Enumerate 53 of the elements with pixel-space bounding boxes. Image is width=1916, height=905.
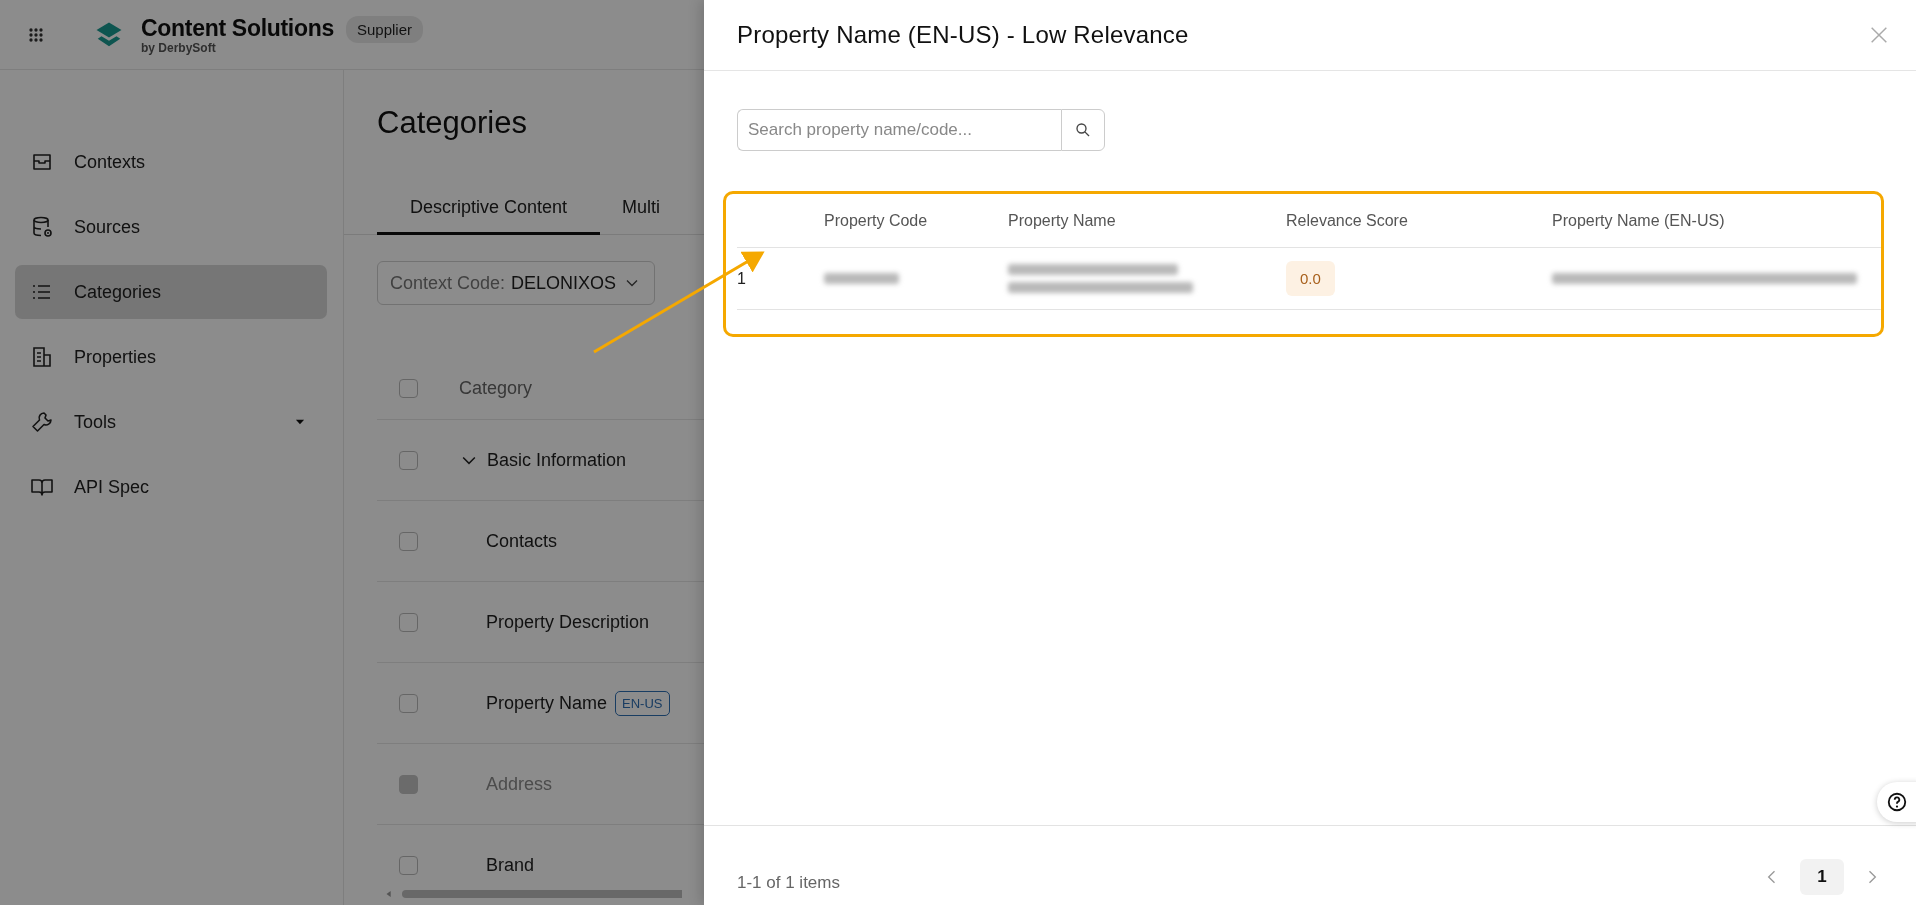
sidebar-item[interactable]: API Spec [15,460,327,514]
score-badge: 0.0 [1286,261,1335,296]
column-header: Property Name (EN-US) [1552,211,1726,230]
scrollbar-thumb[interactable] [402,890,682,898]
sidebar-item[interactable]: Sources [15,200,327,254]
page-button[interactable]: 1 [1800,859,1844,895]
document-icon [30,345,54,369]
sidebar-label: Properties [74,346,157,368]
database-icon [30,215,54,239]
checkbox[interactable] [399,450,418,470]
wrench-icon [30,410,54,434]
checkbox[interactable] [399,855,418,875]
search-field[interactable]: Search property name/code... [737,109,1061,151]
row-number: 1 [737,269,747,288]
item-count: 1-1 of 1 items [737,873,841,893]
help-icon [1886,791,1908,813]
column-header: Property Code [824,211,929,230]
sidebar-item[interactable]: Contexts [15,135,327,189]
category-name: Property Description [486,611,650,633]
tab[interactable]: Multi [600,197,661,235]
category-name: Contacts [486,530,558,552]
app-byline: by DerbySoft [141,40,217,55]
sidebar-label: Sources [74,216,141,238]
checkbox[interactable] [399,693,418,713]
sidebar-label: Contexts [74,151,146,173]
column-header: Property Name [1008,211,1117,230]
scroll-left-icon [384,889,394,899]
context-select[interactable]: Context Code: DELONIXOS [377,261,656,305]
search-icon [1074,121,1092,139]
checkbox[interactable] [399,612,418,632]
search-button[interactable] [1061,109,1105,151]
category-name: Basic Information [487,449,627,471]
category-name: Property Name [486,692,608,714]
sidebar-item[interactable]: Properties [15,330,327,384]
help-button[interactable] [1877,782,1916,822]
page-title: Categories [377,105,527,141]
sidebar-item[interactable]: Categories [15,265,327,319]
close-button[interactable] [1868,24,1890,46]
sidebar-label: Tools [74,411,117,433]
column-header: Relevance Score [1286,211,1409,230]
category-name: Brand [486,854,535,876]
sidebar-label: API Spec [74,476,150,498]
language-tag: EN-US [615,690,670,716]
app-name: Content Solutions [141,14,334,41]
close-icon [1868,24,1890,46]
sidebar-label: Categories [74,281,162,303]
role-badge: Supplier [345,16,423,43]
sidebar-item[interactable]: Tools [15,395,327,449]
tab[interactable]: Descriptive Content [377,197,601,235]
checkbox[interactable] [399,531,418,551]
category-name: Address [486,773,553,795]
checkbox[interactable] [399,378,418,398]
drawer-title: Property Name (EN-US) - Low Relevance [737,21,1190,49]
